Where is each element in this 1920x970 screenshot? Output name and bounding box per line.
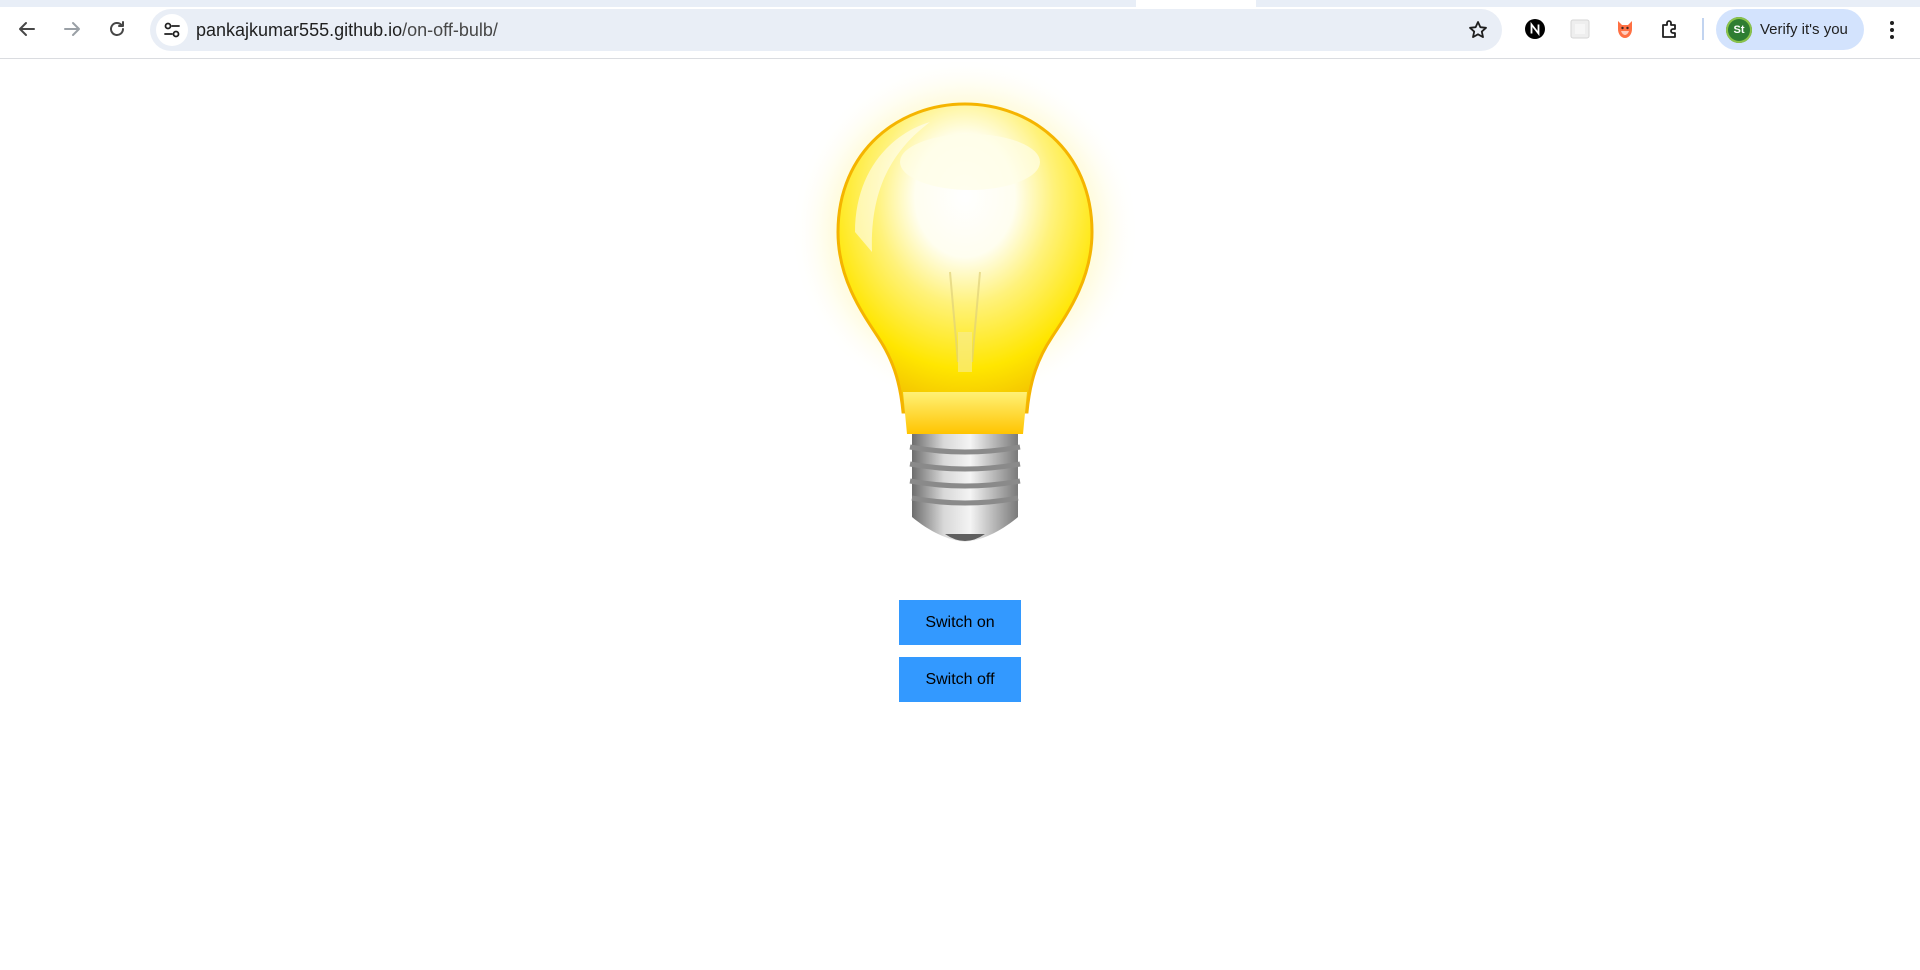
fox-extension-button[interactable] bbox=[1609, 13, 1641, 45]
notion-icon bbox=[1525, 19, 1545, 39]
browser-toolbar: pankajkumar555.github.io/on-off-bulb/ St… bbox=[0, 0, 1920, 59]
extensions-button[interactable] bbox=[1654, 13, 1686, 45]
profile-label: Verify it's you bbox=[1760, 21, 1848, 38]
blank-extension-icon bbox=[1570, 19, 1590, 39]
tab-strip bbox=[0, 0, 1920, 7]
reload-icon bbox=[110, 21, 124, 36]
browser-menu-button[interactable] bbox=[1876, 12, 1908, 48]
arrow-left-icon bbox=[19, 22, 35, 36]
back-button[interactable] bbox=[9, 11, 45, 47]
forward-button[interactable] bbox=[54, 11, 90, 47]
notion-extension-button[interactable] bbox=[1519, 13, 1551, 45]
bookmark-button[interactable] bbox=[1462, 14, 1494, 46]
toolbar-divider bbox=[1702, 18, 1704, 40]
reload-button[interactable] bbox=[99, 11, 135, 47]
star-icon bbox=[1469, 21, 1487, 38]
url-path: /on-off-bulb/ bbox=[402, 20, 498, 40]
arrow-right-icon bbox=[64, 22, 80, 36]
tune-icon bbox=[164, 22, 180, 38]
light-bulb-image bbox=[760, 57, 1170, 562]
active-tab[interactable] bbox=[1136, 0, 1256, 7]
switch-on-button[interactable]: Switch on bbox=[899, 600, 1021, 645]
switch-off-button[interactable]: Switch off bbox=[899, 657, 1021, 702]
blank-extension-button[interactable] bbox=[1564, 13, 1596, 45]
fox-extension-icon bbox=[1618, 21, 1632, 38]
address-bar[interactable]: pankajkumar555.github.io/on-off-bulb/ bbox=[150, 9, 1502, 51]
profile-chip[interactable]: St Verify it's you bbox=[1716, 9, 1864, 50]
url-text[interactable]: pankajkumar555.github.io/on-off-bulb/ bbox=[196, 20, 498, 40]
puzzle-icon bbox=[1662, 20, 1676, 38]
more-vertical-icon bbox=[1890, 21, 1894, 39]
site-info-button[interactable] bbox=[156, 14, 188, 46]
bulb-on-icon bbox=[790, 57, 1140, 542]
avatar: St bbox=[1726, 16, 1752, 43]
url-host: pankajkumar555.github.io bbox=[196, 20, 403, 40]
